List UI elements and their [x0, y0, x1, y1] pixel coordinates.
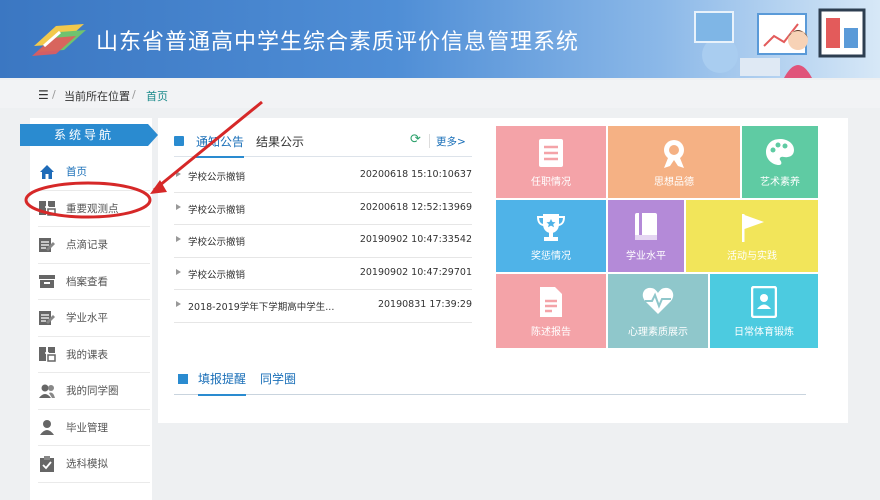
sidebar-item-archive[interactable]: 档案查看	[38, 264, 150, 300]
reminder-tabs: 填报提醒 同学圈	[174, 368, 806, 396]
tile-label: 思想品德	[654, 177, 694, 188]
tile-psychology[interactable]: 心理素质展示	[608, 274, 708, 348]
tile-statement[interactable]: 陈述报告	[496, 274, 606, 348]
trophy-icon	[536, 214, 566, 241]
notice-list: 学校公示撤销 20200618 15:10:10637 学校公示撤销 20200…	[174, 160, 472, 323]
section-marker-icon	[174, 136, 184, 146]
sidebar: 系统导航 首页 重要观测点 点滴记录 档案查看 学业水平 我的课表 我的同学圈	[20, 118, 158, 500]
id-card-icon	[751, 286, 777, 318]
sidebar-item-course-selection[interactable]: 选科模拟	[38, 446, 150, 483]
edit-icon	[38, 236, 56, 254]
breadcrumb-separator: /	[52, 88, 56, 101]
notice-date: 20200618 15:10:10637	[359, 169, 472, 180]
archive-icon	[38, 272, 56, 290]
sidebar-item-label: 我的课表	[66, 348, 108, 361]
sidebar-title: 系统导航	[20, 124, 158, 146]
document-icon	[540, 287, 562, 317]
sidebar-item-label: 选科模拟	[66, 458, 108, 471]
app-title: 山东省普通高中学生综合素质评价信息管理系统	[96, 30, 580, 55]
list-icon	[539, 139, 563, 167]
notice-tabs: 通知公告 结果公示 ⟳ 更多>	[174, 130, 472, 158]
sidebar-item-academic[interactable]: 学业水平	[38, 300, 150, 337]
tile-label: 日常体育锻炼	[734, 327, 794, 338]
sidebar-item-label: 档案查看	[66, 275, 108, 288]
swap-doc-icon	[38, 345, 56, 363]
more-link[interactable]: 更多>	[436, 134, 466, 149]
sidebar-item-label: 我的同学圈	[66, 385, 119, 398]
user-icon	[38, 418, 56, 436]
arrow-right-icon	[176, 301, 181, 307]
tile-label: 奖惩情况	[531, 251, 571, 262]
tile-label: 艺术素养	[760, 177, 800, 188]
book-icon	[635, 213, 657, 240]
menu-icon[interactable]: ☰	[38, 88, 49, 102]
sidebar-item-graduation[interactable]: 毕业管理	[38, 410, 150, 446]
notice-item[interactable]: 学校公示撤销 20190902 10:47:33542	[174, 225, 472, 258]
tab-results[interactable]: 结果公示	[256, 133, 304, 150]
tile-academic[interactable]: 学业水平	[608, 200, 684, 272]
tile-awards[interactable]: 奖惩情况	[496, 200, 606, 272]
tile-label: 学业水平	[626, 251, 666, 262]
tile-label: 陈述报告	[531, 327, 571, 338]
sidebar-item-home[interactable]: 首页	[38, 154, 150, 191]
tile-morality[interactable]: 思想品德	[608, 126, 740, 198]
tile-art[interactable]: 艺术素养	[742, 126, 818, 198]
main-panel: 通知公告 结果公示 ⟳ 更多> 学校公示撤销 20200618 15:10:10…	[158, 118, 848, 423]
sidebar-item-schedule[interactable]: 我的课表	[38, 337, 150, 373]
arrow-right-icon	[176, 203, 181, 210]
notice-item[interactable]: 学校公示撤销 20200618 15:10:10637	[174, 160, 472, 193]
sidebar-item-label: 毕业管理	[66, 421, 108, 434]
breadcrumb-home-link[interactable]: 首页	[146, 88, 168, 104]
sidebar-item-label: 重要观测点	[66, 202, 119, 215]
notice-item[interactable]: 学校公示撤销 20200618 12:52:13969	[174, 193, 472, 225]
notice-item[interactable]: 学校公示撤销 20190902 10:47:29701	[174, 258, 472, 290]
app-header: 山东省普通高中学生综合素质评价信息管理系统	[0, 0, 880, 78]
breadcrumb-location-label: 当前所在位置	[64, 90, 130, 103]
checklist-icon	[38, 455, 56, 473]
tile-positions[interactable]: 任职情况	[496, 126, 606, 198]
notice-title[interactable]: 学校公示撤销	[188, 202, 245, 216]
tile-label: 心理素质展示	[628, 327, 688, 338]
tab-reminders[interactable]: 填报提醒	[198, 370, 247, 396]
palette-icon	[766, 139, 794, 165]
refresh-icon[interactable]: ⟳	[410, 132, 421, 147]
sidebar-item-label: 学业水平	[66, 312, 108, 325]
sidebar-item-label: 首页	[66, 166, 87, 179]
notice-title[interactable]: 学校公示撤销	[188, 267, 245, 281]
sidebar-item-label: 点滴记录	[66, 239, 108, 252]
tile-label: 任职情况	[531, 177, 571, 188]
breadcrumb-separator: /	[132, 88, 136, 101]
tab-notices[interactable]: 通知公告	[196, 133, 245, 158]
notice-date: 20200618 12:52:13969	[359, 201, 472, 213]
arrow-right-icon	[176, 236, 181, 242]
tile-label: 活动与实践	[727, 251, 777, 262]
sidebar-item-classmates[interactable]: 我的同学圈	[38, 373, 150, 410]
notice-title[interactable]: 2018-2019学年下学期高中学生...	[188, 299, 334, 313]
sidebar-item-records[interactable]: 点滴记录	[38, 227, 150, 264]
arrow-right-icon	[176, 268, 181, 275]
notice-date: 20190831 17:39:29	[377, 299, 472, 310]
tile-activities[interactable]: 活动与实践	[686, 200, 818, 272]
tile-sports[interactable]: 日常体育锻炼	[710, 274, 818, 348]
users-icon	[38, 382, 56, 400]
notice-title[interactable]: 学校公示撤销	[188, 169, 245, 183]
header-illustration	[694, 8, 866, 78]
logo-icon	[32, 24, 86, 56]
breadcrumb: ☰ / 当前所在位置 / 首页	[0, 80, 880, 108]
divider	[429, 134, 430, 148]
tab-classmate-circle[interactable]: 同学圈	[260, 370, 296, 387]
arrow-right-icon	[176, 171, 181, 177]
section-marker-icon	[178, 374, 188, 384]
swap-doc-icon	[38, 199, 56, 217]
notice-date: 20190902 10:47:33542	[359, 234, 472, 245]
heartbeat-icon	[642, 287, 674, 314]
notice-title[interactable]: 学校公示撤销	[188, 234, 245, 248]
sidebar-item-key-observations[interactable]: 重要观测点	[38, 191, 150, 227]
notice-item[interactable]: 2018-2019学年下学期高中学生... 20190831 17:39:29	[174, 290, 472, 323]
notice-date: 20190902 10:47:29701	[359, 266, 472, 278]
flag-icon	[742, 214, 764, 242]
edit-icon	[38, 309, 56, 327]
home-icon	[38, 163, 56, 181]
medal-icon	[664, 140, 684, 168]
